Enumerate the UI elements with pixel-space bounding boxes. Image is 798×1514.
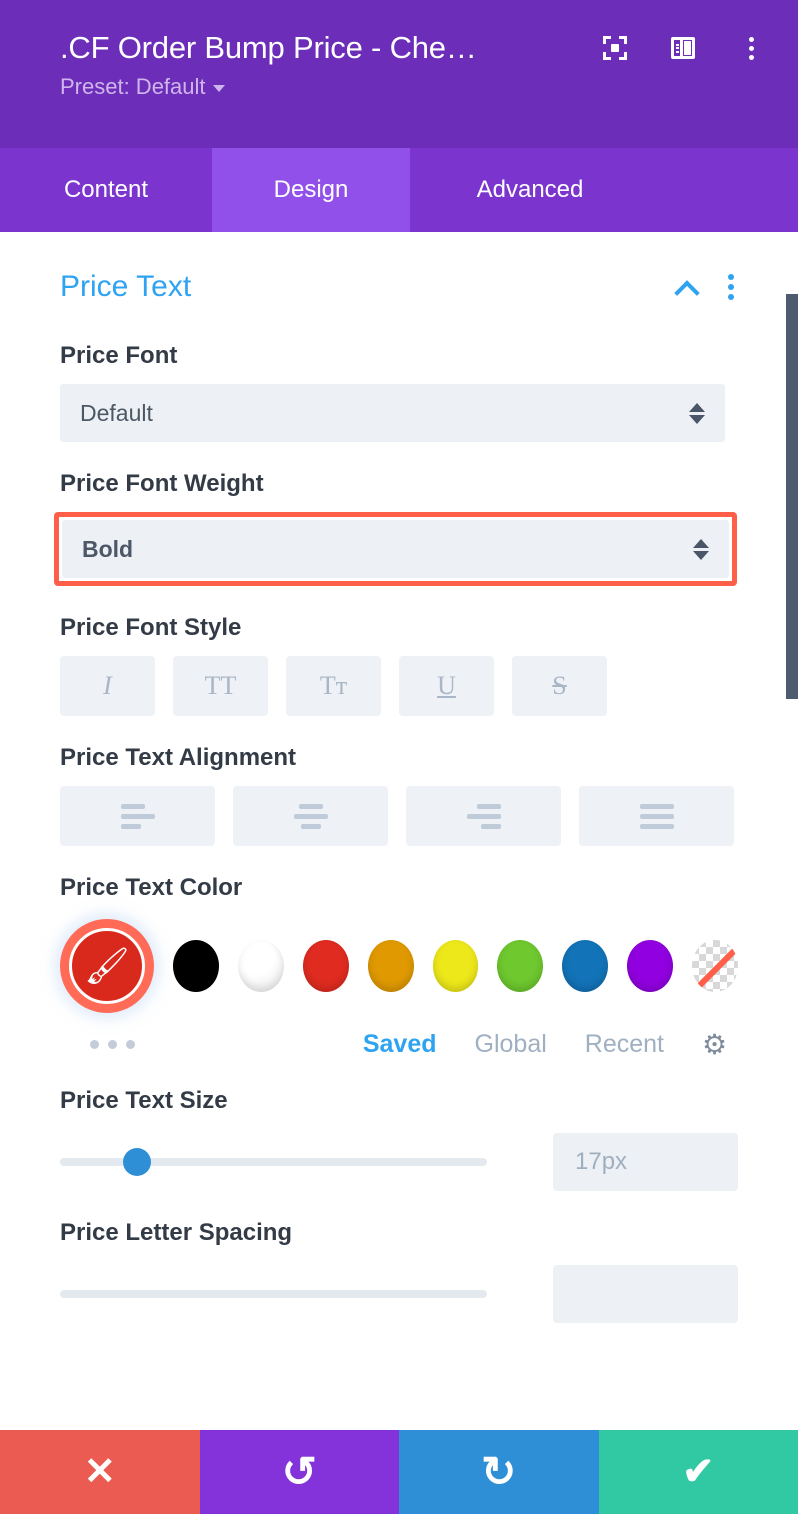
palette-tab-group: Saved Global Recent ⚙ [363, 1030, 738, 1059]
align-justify-icon [639, 803, 674, 829]
module-title: .CF Order Bump Price - Che… [60, 30, 477, 65]
font-style-button-row: I TT Tт U S [60, 656, 738, 716]
field-price-text-alignment: Price Text Alignment [60, 744, 738, 846]
header-top-row: .CF Order Bump Price - Che… [60, 28, 776, 68]
field-price-font-style: Price Font Style I TT Tт U S [60, 614, 738, 716]
swatch-red[interactable] [302, 940, 349, 992]
price-font-style-label: Price Font Style [60, 614, 242, 641]
redo-button[interactable]: ↻ [399, 1430, 599, 1514]
layout-panel-icon[interactable] [670, 35, 696, 61]
spinner-arrows-icon [693, 538, 709, 560]
price-text-color-label: Price Text Color [60, 874, 243, 901]
small-caps-button[interactable]: Tт [286, 656, 381, 716]
price-letter-spacing-input[interactable] [553, 1265, 738, 1323]
italic-icon: I [103, 671, 112, 700]
palette-tab-global[interactable]: Global [475, 1030, 547, 1059]
swatch-yellow[interactable] [432, 940, 479, 992]
field-price-font: Price Font Default [60, 342, 738, 442]
palette-tab-saved[interactable]: Saved [363, 1030, 437, 1059]
preset-selector[interactable]: Preset: Default [60, 74, 225, 100]
price-text-size-input[interactable]: 17px [553, 1133, 738, 1191]
price-font-select[interactable]: Default [60, 384, 725, 442]
check-icon: ✔ [682, 1451, 715, 1493]
small-caps-icon: Tт [319, 671, 348, 700]
more-colors-icon[interactable] [90, 1040, 135, 1049]
save-button[interactable]: ✔ [598, 1430, 798, 1514]
price-font-weight-select[interactable]: Bold [62, 520, 729, 578]
action-bar: ✕ ↺ ↻ ✔ [0, 1430, 798, 1514]
align-right-icon [466, 803, 501, 829]
underline-icon: U [437, 671, 456, 700]
swatch-transparent[interactable] [692, 940, 739, 992]
eyedropper-icon: 🖌 [84, 945, 130, 986]
align-left-button[interactable] [60, 786, 215, 846]
field-price-text-color: Price Text Color 🖌 Saved Global Recent ⚙ [60, 874, 739, 1059]
swatch-amber[interactable] [367, 940, 414, 992]
module-settings-modal: .CF Order Bump Price - Che… Preset: Defa… [0, 0, 798, 1514]
price-text-size-label: Price Text Size [60, 1087, 228, 1114]
align-left-icon [120, 803, 155, 829]
price-text-size-slider-row: 17px [60, 1133, 738, 1191]
undo-button[interactable]: ↺ [199, 1430, 399, 1514]
price-text-size-slider[interactable] [60, 1148, 487, 1176]
tab-advanced[interactable]: Advanced [410, 148, 650, 232]
align-center-icon [293, 803, 328, 829]
field-price-text-size: Price Text Size 17px [60, 1087, 738, 1191]
price-letter-spacing-label: Price Letter Spacing [60, 1219, 293, 1246]
strikethrough-button[interactable]: S [512, 656, 607, 716]
swatch-purple[interactable] [627, 940, 674, 992]
section-actions [676, 274, 738, 300]
uppercase-icon: TT [204, 671, 237, 700]
cancel-button[interactable]: ✕ [0, 1430, 200, 1514]
section-header-price-text[interactable]: Price Text [60, 232, 738, 314]
price-font-weight-label: Price Font Weight [60, 470, 264, 497]
swatch-blue[interactable] [562, 940, 609, 992]
price-font-label: Price Font [60, 342, 178, 369]
strikethrough-icon: S [552, 671, 567, 700]
section-title: Price Text [60, 270, 192, 303]
swatch-black[interactable] [173, 940, 219, 992]
panel-scrollbar[interactable] [786, 232, 798, 1514]
gear-icon[interactable]: ⚙ [702, 1030, 730, 1059]
color-swatch-row: 🖌 [60, 916, 739, 1016]
settings-panel: Price Text Price Font Default Price Font… [0, 232, 798, 1514]
scrollbar-thumb[interactable] [786, 294, 798, 699]
underline-button[interactable]: U [399, 656, 494, 716]
field-price-letter-spacing: Price Letter Spacing [60, 1219, 738, 1323]
slider-handle[interactable] [122, 1148, 151, 1176]
header-icon-group [602, 35, 776, 61]
swatch-white[interactable] [237, 940, 284, 992]
tab-design[interactable]: Design [212, 148, 410, 232]
swatch-green[interactable] [497, 940, 544, 992]
close-icon: ✕ [83, 1451, 116, 1493]
tab-content[interactable]: Content [0, 148, 212, 232]
modal-header: .CF Order Bump Price - Che… Preset: Defa… [0, 0, 798, 148]
uppercase-button[interactable]: TT [173, 656, 268, 716]
spinner-arrows-icon [689, 402, 705, 424]
align-justify-button[interactable] [579, 786, 734, 846]
price-text-alignment-label: Price Text Alignment [60, 744, 297, 771]
tab-bar: Content Design Advanced [0, 148, 798, 232]
align-center-button[interactable] [233, 786, 388, 846]
header-overflow-menu-icon[interactable] [738, 35, 764, 61]
italic-button[interactable]: I [60, 656, 155, 716]
field-price-font-weight: Price Font Weight Bold [54, 470, 738, 586]
price-letter-spacing-slider[interactable] [60, 1290, 487, 1298]
alignment-button-row [60, 786, 738, 846]
align-right-button[interactable] [406, 786, 561, 846]
price-font-weight-value: Bold [82, 535, 134, 562]
palette-tab-recent[interactable]: Recent [585, 1030, 664, 1059]
price-letter-spacing-slider-row [60, 1265, 738, 1323]
chevron-down-icon [212, 85, 225, 92]
redo-icon: ↻ [481, 1448, 517, 1495]
section-overflow-menu-icon[interactable] [728, 274, 734, 300]
color-panel-footer: Saved Global Recent ⚙ [60, 1030, 738, 1059]
price-font-value: Default [80, 399, 153, 426]
focus-target-icon[interactable] [602, 35, 628, 61]
undo-icon: ↺ [281, 1448, 317, 1495]
chevron-up-icon[interactable] [676, 276, 698, 298]
eyedropper-button[interactable]: 🖌 [60, 916, 154, 1016]
preset-label: Preset: Default [60, 74, 206, 99]
highlight-outline: Bold [54, 512, 737, 586]
